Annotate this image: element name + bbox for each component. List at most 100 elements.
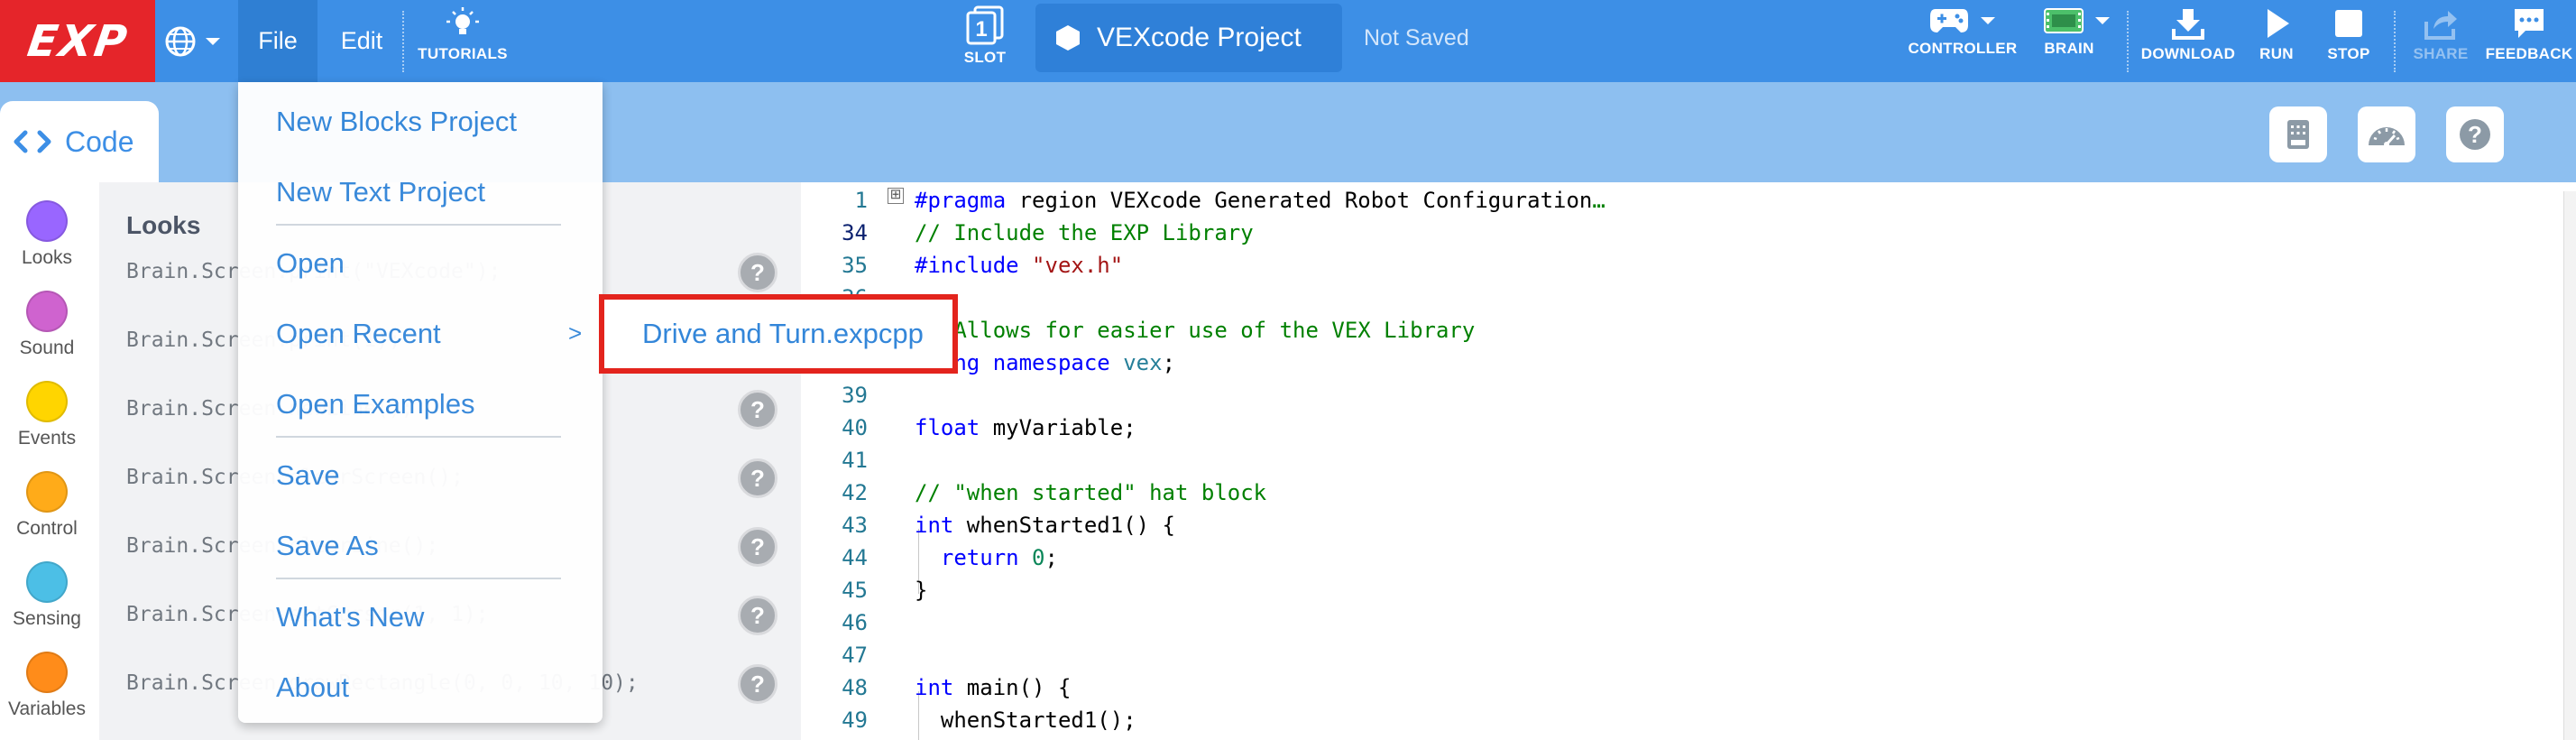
feedback-label: FEEDBACK <box>2485 45 2573 62</box>
chevron-down-icon <box>2095 17 2110 24</box>
project-name-field[interactable]: VEXcode Project <box>1035 4 1342 72</box>
help-icon[interactable]: ? <box>738 390 777 430</box>
menu-item-new-blocks-project[interactable]: New Blocks Project <box>276 106 517 138</box>
feedback-button[interactable]: FEEDBACK <box>2482 5 2576 78</box>
code-text: float myVariable; <box>915 415 1136 440</box>
brain-button[interactable]: BRAIN <box>2031 5 2110 78</box>
code-token: float <box>915 415 993 440</box>
menu-divider <box>276 578 561 579</box>
code-line[interactable]: 43 int whenStarted1() { <box>801 509 1175 541</box>
category-dot <box>26 561 68 603</box>
controller-button[interactable]: CONTROLLER <box>1907 5 2019 78</box>
download-label: DOWNLOAD <box>2140 45 2236 62</box>
code-line[interactable]: 34 // Include the EXP Library <box>801 217 1254 249</box>
play-icon <box>2268 9 2289 38</box>
menu-item-save[interactable]: Save <box>276 459 340 492</box>
code-token: #include <box>915 253 1033 278</box>
tutorials-button[interactable]: TUTORIALS <box>415 5 511 78</box>
exp-logo: EXP <box>0 0 155 82</box>
file-menu-button[interactable]: File <box>238 0 317 82</box>
line-number: 34 <box>842 220 868 245</box>
help-icon[interactable]: ? <box>738 664 777 704</box>
menu-item-about[interactable]: About <box>276 671 349 704</box>
code-line[interactable]: 48 int main() { <box>801 671 1071 704</box>
fold-toggle-icon[interactable]: ⊞ <box>888 188 904 204</box>
code-editor[interactable]: ⊞ 1 #pragma region VEXcode Generated Robo… <box>801 182 2576 740</box>
category-label: Variables <box>8 698 86 719</box>
code-line[interactable]: 41 <box>801 444 868 476</box>
language-selector[interactable] <box>161 14 229 69</box>
hexagon-icon <box>1056 25 1080 51</box>
menu-item-open-examples[interactable]: Open Examples <box>276 388 475 421</box>
top-toolbar: EXP File Edit TUTORIALS 1 SLOT VEXcode P… <box>0 0 2576 82</box>
code-line[interactable]: 46 <box>801 606 868 639</box>
help-icon[interactable]: ? <box>738 253 777 292</box>
code-token: #pragma <box>915 188 1007 213</box>
chevron-down-icon <box>1981 17 1995 24</box>
code-line[interactable]: 40 float myVariable; <box>801 412 1136 444</box>
category-control[interactable]: Control <box>0 471 94 540</box>
code-token: int <box>915 513 967 538</box>
menu-item-open-recent[interactable]: Open Recent <box>276 318 441 350</box>
toolbar-divider <box>2127 11 2129 72</box>
category-sensing[interactable]: Sensing <box>0 561 94 630</box>
help-icon[interactable]: ? <box>738 458 777 498</box>
recent-file-item[interactable]: Drive and Turn.expcpp <box>642 318 924 350</box>
lightbulb-icon <box>446 7 479 34</box>
code-line[interactable]: 35 #include "vex.h" <box>801 249 1123 282</box>
code-line[interactable]: 42 // "when started" hat block <box>801 476 1266 509</box>
category-looks[interactable]: Looks <box>0 200 94 269</box>
submenu-arrow-icon: > <box>568 319 583 347</box>
code-token: 0 <box>1032 545 1045 570</box>
slot-selector[interactable]: 1 SLOT <box>947 5 1023 78</box>
stop-button[interactable]: STOP <box>2316 5 2381 78</box>
category-events[interactable]: Events <box>0 381 94 449</box>
code-line[interactable]: 39 <box>801 379 868 412</box>
run-button[interactable]: RUN <box>2244 5 2309 78</box>
code-token: // Include the EXP Library <box>915 220 1254 245</box>
code-line[interactable]: 49 whenStarted1(); <box>801 704 1136 736</box>
code-line[interactable]: 1 #pragma region VEXcode Generated Robot … <box>801 184 1605 217</box>
category-label: Control <box>16 518 78 539</box>
menu-item-save-as[interactable]: Save As <box>276 530 379 562</box>
category-variables[interactable]: Variables <box>0 652 94 720</box>
question-icon: ? <box>2460 119 2490 150</box>
category-dot <box>26 471 68 513</box>
help-icon[interactable]: ? <box>738 527 777 567</box>
code-token: return <box>915 545 1033 570</box>
file-menu-dropdown: New Blocks Project New Text Project Open… <box>238 82 603 723</box>
code-token: whenStarted1(); <box>915 708 1136 733</box>
code-token: myVariable; <box>992 415 1136 440</box>
stop-icon <box>2335 10 2362 37</box>
slot-icon: 1 <box>966 5 1004 45</box>
line-number: 43 <box>842 513 868 538</box>
menu-divider <box>276 224 561 226</box>
code-text: whenStarted1(); <box>915 708 1136 733</box>
code-line[interactable]: 45} <box>801 574 927 606</box>
help-button[interactable]: ? <box>2446 106 2504 162</box>
controller-label: CONTROLLER <box>1908 40 2018 57</box>
stop-label: STOP <box>2327 45 2370 62</box>
devices-button[interactable] <box>2269 106 2327 162</box>
download-button[interactable]: DOWNLOAD <box>2136 5 2240 78</box>
code-line[interactable]: 44 return 0; <box>801 541 1058 574</box>
brain-label: BRAIN <box>2044 40 2094 57</box>
line-number: 48 <box>842 675 868 700</box>
editor-scrollbar[interactable] <box>2563 191 2576 740</box>
menu-item-whats-new[interactable]: What's New <box>276 601 424 634</box>
monitor-button[interactable] <box>2358 106 2415 162</box>
save-status-text: Not Saved <box>1364 25 1469 51</box>
menu-item-open[interactable]: Open <box>276 247 345 280</box>
line-number: 45 <box>842 578 868 603</box>
run-label: RUN <box>2259 45 2294 62</box>
tab-code[interactable]: Code <box>0 101 159 182</box>
edit-menu-button[interactable]: Edit <box>325 0 399 82</box>
category-rail: Looks Sound Events Control Sensing Varia… <box>0 182 94 740</box>
code-line[interactable]: 47 <box>801 639 868 671</box>
code-token: int <box>915 675 967 700</box>
help-icon[interactable]: ? <box>738 596 777 635</box>
menu-item-new-text-project[interactable]: New Text Project <box>276 176 485 208</box>
category-sound[interactable]: Sound <box>0 291 94 359</box>
share-label: SHARE <box>2413 45 2469 62</box>
share-button[interactable]: SHARE <box>2406 5 2475 78</box>
